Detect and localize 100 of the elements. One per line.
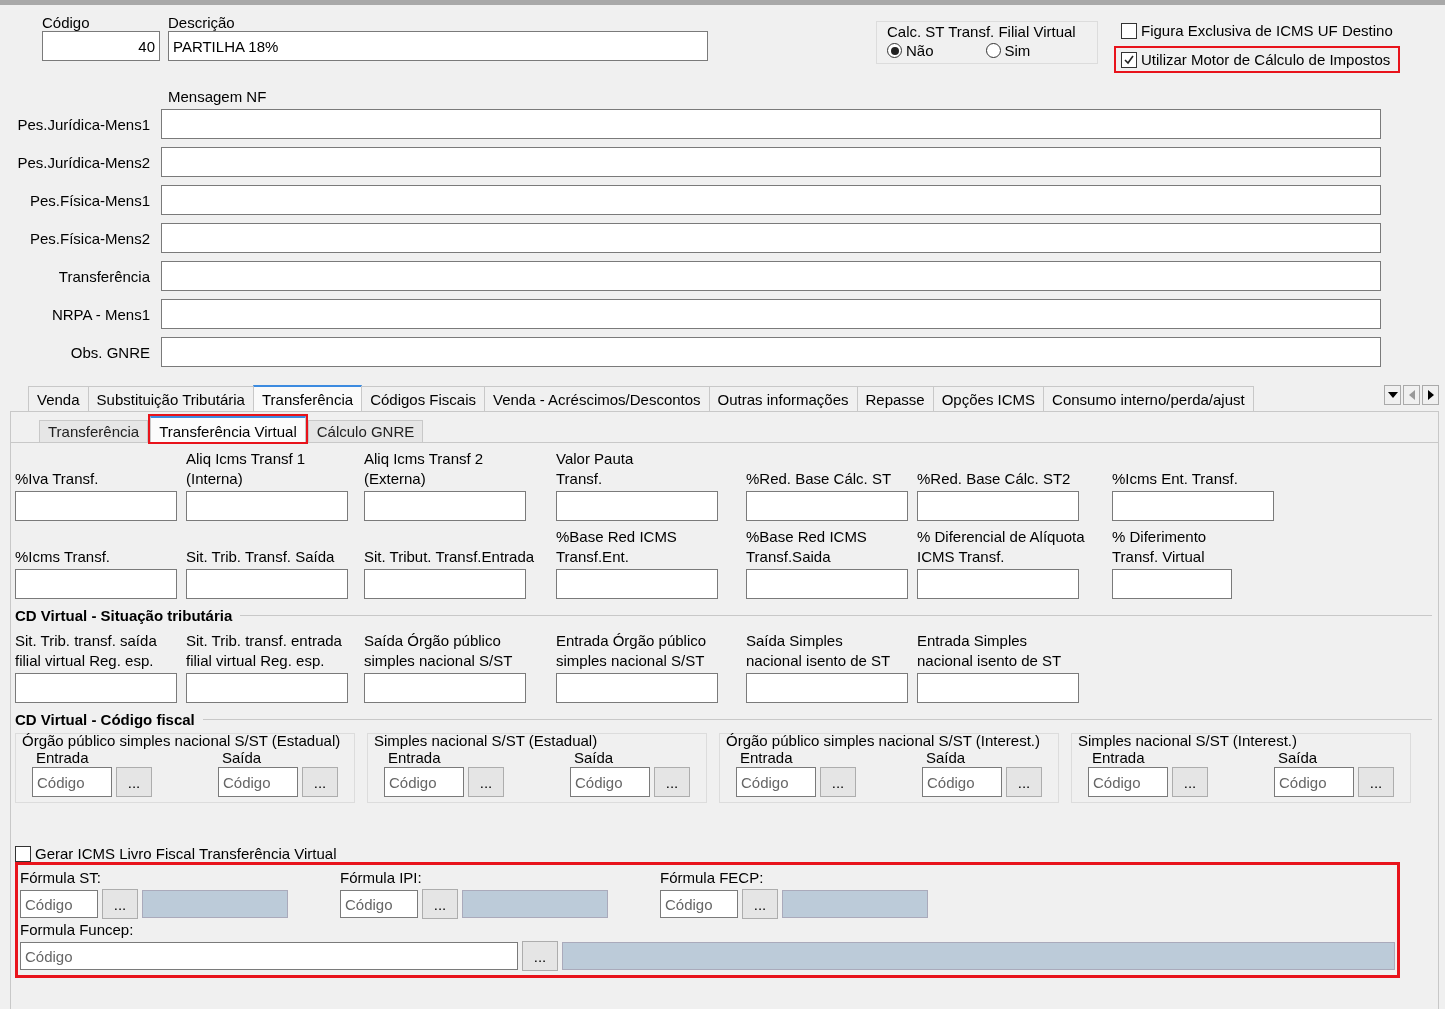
field-label: Entrada — [387, 749, 442, 767]
checkbox[interactable] — [1121, 51, 1137, 68]
field-label: Valor Pauta Transf. — [556, 449, 635, 489]
message-field[interactable] — [161, 299, 1381, 329]
sub-tab[interactable]: Transferência — [39, 420, 149, 442]
message-field[interactable] — [161, 261, 1381, 291]
browse-button[interactable]: ... — [1358, 767, 1394, 797]
input-field[interactable] — [746, 673, 908, 703]
message-field[interactable] — [161, 147, 1381, 177]
input-field[interactable] — [186, 673, 348, 703]
message-field[interactable] — [161, 185, 1381, 215]
code-field[interactable]: Código — [20, 890, 98, 918]
field-label: % Diferimento Transf. Virtual — [1112, 527, 1208, 567]
field-label: NRPA - Mens1 — [50, 305, 151, 323]
checkbox[interactable] — [15, 845, 31, 862]
mensagem-nf-title: Mensagem NF — [167, 89, 268, 105]
input-field[interactable] — [746, 491, 908, 521]
field-label: Sit. Tribut. Transf.Entrada — [364, 547, 536, 567]
field-label: %Base Red ICMS Transf.Ent. — [556, 527, 678, 567]
code-field[interactable]: Código — [1274, 767, 1354, 797]
browse-button[interactable]: ... — [522, 941, 558, 971]
code-field[interactable]: Código — [384, 767, 464, 797]
input-field[interactable] — [364, 491, 526, 521]
input-field[interactable] — [556, 491, 718, 521]
code-field[interactable]: Código — [570, 767, 650, 797]
browse-button[interactable]: ... — [742, 889, 778, 919]
field-label: Obs. GNRE — [69, 343, 151, 361]
tab[interactable]: Outras informações — [708, 386, 858, 411]
tab[interactable]: Opções ICMS — [932, 386, 1045, 411]
browse-button[interactable]: ... — [302, 767, 338, 797]
field-label: Formula Funcep: — [20, 921, 134, 938]
code-field[interactable]: Código — [1088, 767, 1168, 797]
code-field[interactable]: Código — [340, 890, 418, 918]
input-field[interactable] — [364, 673, 526, 703]
code-field[interactable]: Código — [736, 767, 816, 797]
group-title: Simples nacional S/ST (Estadual) — [374, 732, 599, 749]
message-field[interactable] — [161, 223, 1381, 253]
input-field[interactable] — [186, 491, 348, 521]
input-field[interactable] — [917, 569, 1079, 599]
code-field[interactable]: Código — [32, 767, 112, 797]
dropdown-icon[interactable] — [1384, 385, 1401, 405]
input-field[interactable] — [15, 491, 177, 521]
message-field[interactable] — [161, 337, 1381, 367]
tab[interactable]: Substituição Tributária — [87, 386, 254, 411]
descricao-label: Descrição — [168, 15, 236, 31]
input-field[interactable] — [15, 569, 177, 599]
input-field[interactable] — [746, 569, 908, 599]
tab[interactable]: Repasse — [856, 386, 934, 411]
browse-button[interactable]: ... — [1172, 767, 1208, 797]
scroll-right-icon[interactable] — [1422, 385, 1439, 405]
tab[interactable]: Transferência — [252, 385, 363, 411]
code-field[interactable]: Código — [20, 942, 518, 970]
field-label: Entrada Simples nacional isento de ST — [917, 631, 1063, 671]
field-label: % Diferencial de Alíquota ICMS Transf. — [917, 527, 1086, 567]
field-label: %Red. Base Cálc. ST2 — [917, 469, 1072, 489]
browse-button[interactable]: ... — [422, 889, 458, 919]
field-label: Saída — [1277, 749, 1319, 767]
input-field[interactable] — [917, 673, 1079, 703]
field-label: Saída — [925, 749, 967, 767]
input-field[interactable] — [556, 673, 718, 703]
input-field[interactable] — [1112, 569, 1232, 599]
field-label: %Icms Ent. Transf. — [1112, 469, 1239, 489]
sub-tab[interactable]: Transferência Virtual — [150, 416, 306, 442]
checkbox-label: Gerar ICMS Livro Fiscal Transferência Virtual — [35, 845, 337, 862]
field-label: Pes.Física-Mens2 — [28, 229, 151, 247]
tab[interactable]: Venda — [28, 386, 89, 411]
field-label: Transferência — [57, 267, 151, 285]
input-field[interactable] — [364, 569, 526, 599]
codigo-label: Código — [42, 15, 91, 31]
field-label: Entrada — [35, 749, 90, 767]
descricao-field[interactable]: PARTILHA 18% — [168, 31, 708, 61]
message-field[interactable] — [161, 109, 1381, 139]
field-label: Sit. Trib. Transf. Saída — [186, 547, 336, 567]
radio-button[interactable] — [887, 43, 902, 58]
code-field[interactable]: Código — [922, 767, 1002, 797]
sub-tab[interactable]: Cálculo GNRE — [307, 420, 424, 442]
input-field[interactable] — [917, 491, 1079, 521]
input-field[interactable] — [186, 569, 348, 599]
browse-button[interactable]: ... — [468, 767, 504, 797]
checkbox-label: Figura Exclusiva de ICMS UF Destino — [1141, 22, 1393, 39]
codigo-field[interactable]: 40 — [42, 31, 160, 61]
tab[interactable]: Consumo interno/perda/ajust — [1043, 386, 1254, 411]
field-label: Pes.Jurídica-Mens2 — [16, 153, 151, 171]
browse-button[interactable]: ... — [820, 767, 856, 797]
browse-button[interactable]: ... — [654, 767, 690, 797]
tab[interactable]: Códigos Fiscais — [361, 386, 485, 411]
input-field[interactable] — [15, 673, 177, 703]
input-field[interactable] — [556, 569, 718, 599]
radio-button[interactable] — [985, 43, 1001, 58]
input-field[interactable] — [1112, 491, 1274, 521]
browse-button[interactable]: ... — [116, 767, 152, 797]
code-field[interactable]: Código — [218, 767, 298, 797]
checkbox[interactable] — [1121, 22, 1137, 39]
field-label: Fórmula FECP: — [660, 868, 765, 888]
field-label: Fórmula IPI: — [340, 868, 423, 888]
browse-button[interactable]: ... — [102, 889, 138, 919]
field-label: %Iva Transf. — [15, 469, 100, 489]
field-label: Entrada — [739, 749, 794, 767]
browse-button[interactable]: ... — [1006, 767, 1042, 797]
code-field[interactable]: Código — [660, 890, 738, 918]
